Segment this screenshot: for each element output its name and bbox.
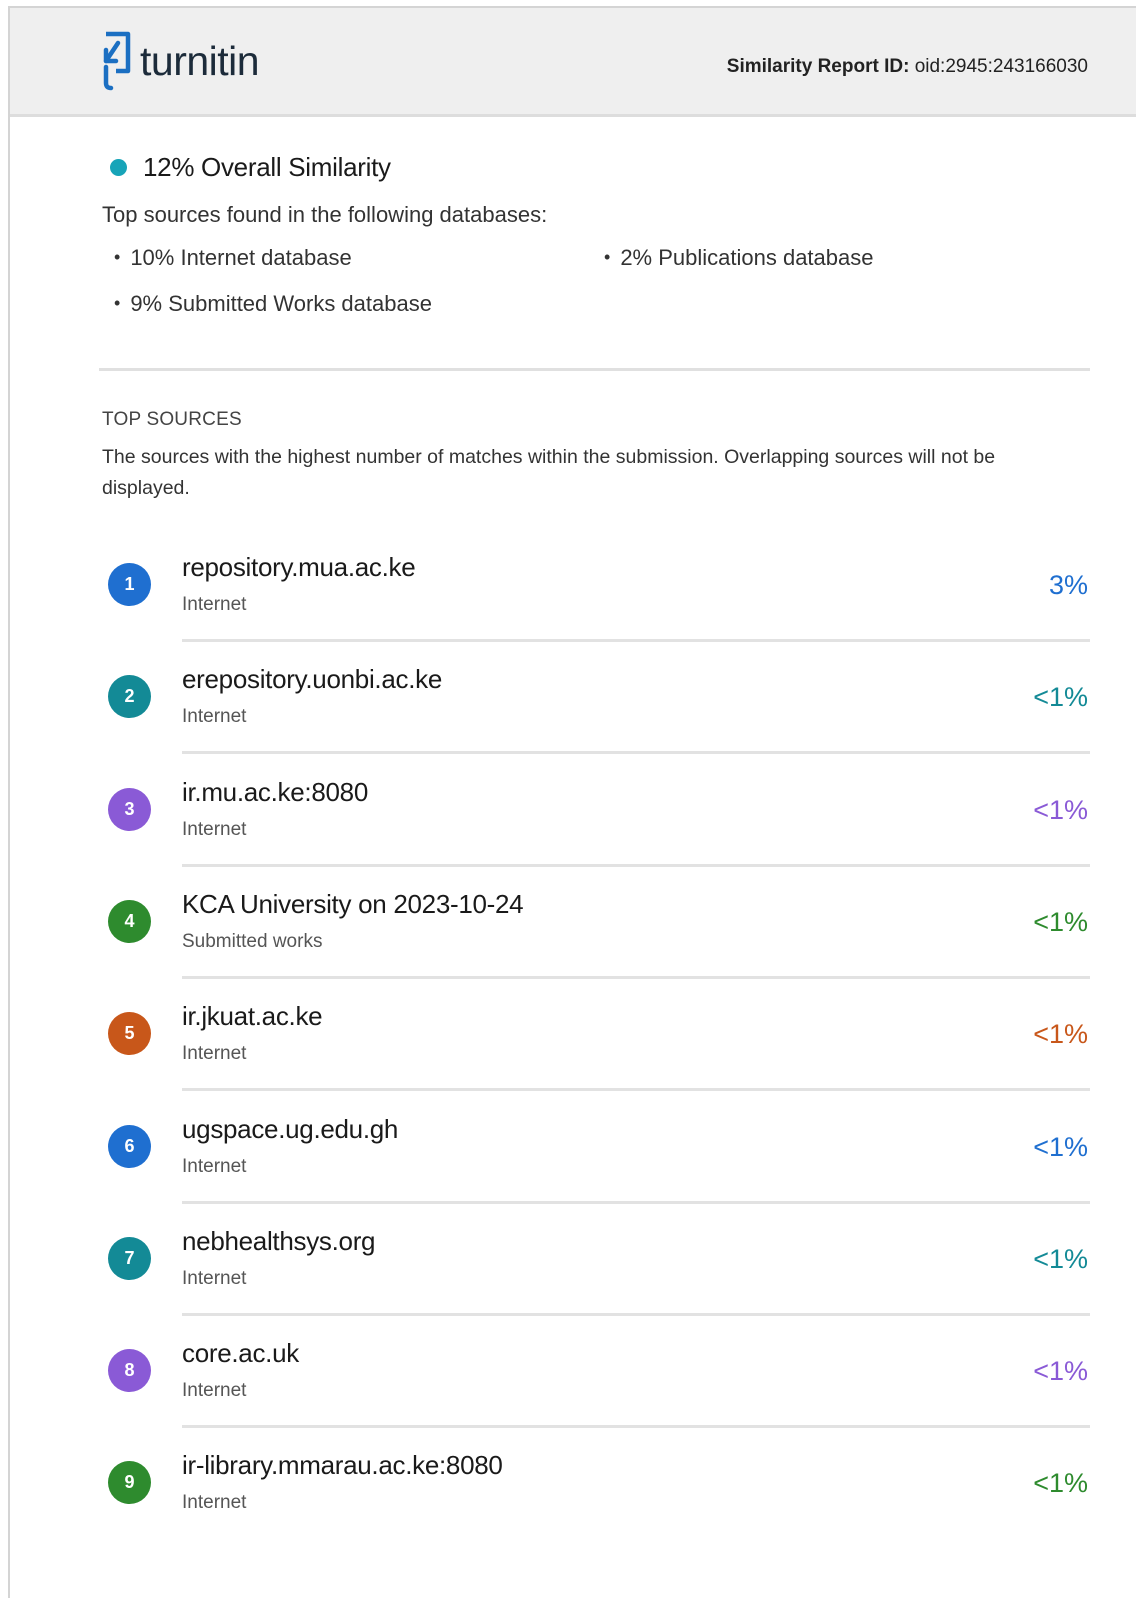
source-name[interactable]: ir-library.mmarau.ac.ke:8080: [182, 1450, 503, 1481]
source-row[interactable]: 7 nebhealthsys.org Internet <1%: [108, 1216, 1092, 1328]
source-type: Internet: [182, 594, 247, 615]
databases-intro: Top sources found in the following datab…: [102, 202, 548, 227]
source-name[interactable]: core.ac.uk: [182, 1338, 299, 1369]
source-percentage: <1%: [1033, 1132, 1088, 1162]
source-row[interactable]: 5 ir.jkuat.ac.ke Internet <1%: [108, 991, 1092, 1103]
similarity-dot-icon: [110, 159, 127, 176]
source-type: Internet: [182, 706, 247, 727]
source-number-badge: 5: [108, 1012, 151, 1055]
source-row[interactable]: 9 ir-library.mmarau.ac.ke:8080 Internet <1%: [108, 1440, 1092, 1552]
report-id-value: oid:2945:243166030: [914, 56, 1088, 77]
turnitin-logo-icon: [103, 31, 131, 91]
source-type: Internet: [182, 1380, 247, 1401]
source-name[interactable]: ir.jkuat.ac.ke: [182, 1001, 323, 1032]
source-number-badge: 7: [108, 1237, 151, 1280]
source-type: Submitted works: [182, 931, 323, 952]
section-divider: [99, 368, 1090, 371]
database-publications: 2% Publications database: [604, 245, 873, 271]
row-divider: [182, 1088, 1090, 1091]
row-divider: [182, 864, 1090, 867]
source-percentage: <1%: [1033, 795, 1088, 825]
source-percentage: <1%: [1033, 907, 1088, 937]
source-percentage: <1%: [1033, 1468, 1088, 1498]
row-divider: [182, 639, 1090, 642]
overall-similarity: 12% Overall Similarity: [110, 152, 391, 183]
top-sources-title: TOP SOURCES: [102, 409, 242, 430]
logo-wordmark: turnitin: [140, 37, 260, 84]
source-number-badge: 9: [108, 1461, 151, 1504]
source-name[interactable]: ir.mu.ac.ke:8080: [182, 777, 368, 808]
source-percentage: 3%: [1048, 570, 1088, 600]
row-divider: [182, 1201, 1090, 1204]
source-row[interactable]: 2 erepository.uonbi.ac.ke Internet <1%: [108, 654, 1092, 766]
report-id-label: Similarity Report ID:: [726, 56, 910, 77]
source-number-badge: 2: [108, 675, 151, 718]
source-number-badge: 4: [108, 900, 151, 943]
source-type: Internet: [182, 819, 247, 840]
source-type: Internet: [182, 1156, 247, 1177]
source-number-badge: 1: [108, 563, 151, 606]
source-name[interactable]: ugspace.ug.edu.gh: [182, 1114, 398, 1145]
turnitin-logo[interactable]: turnitin: [98, 30, 260, 92]
source-percentage: <1%: [1033, 1019, 1088, 1049]
database-internet: 10% Internet database: [114, 245, 351, 271]
source-row[interactable]: 6 ugspace.ug.edu.gh Internet <1%: [108, 1104, 1092, 1216]
source-row[interactable]: 4 KCA University on 2023-10-24 Submitted w…: [108, 879, 1092, 991]
source-percentage: <1%: [1033, 682, 1088, 712]
source-row[interactable]: 3 ir.mu.ac.ke:8080 Internet <1%: [108, 767, 1092, 879]
source-percentage: <1%: [1033, 1356, 1088, 1386]
row-divider: [182, 1313, 1090, 1316]
source-name[interactable]: repository.mua.ac.ke: [182, 552, 416, 583]
source-number-badge: 8: [108, 1349, 151, 1392]
database-submitted-works: 9% Submitted Works database: [114, 291, 432, 317]
top-sources-description: The sources with the highest number of m…: [102, 446, 996, 499]
row-divider: [182, 976, 1090, 979]
source-type: Internet: [182, 1492, 247, 1513]
source-name[interactable]: nebhealthsys.org: [182, 1226, 376, 1257]
source-number-badge: 3: [108, 788, 151, 831]
source-row[interactable]: 8 core.ac.uk Internet <1%: [108, 1328, 1092, 1440]
row-divider: [182, 751, 1090, 754]
source-number-badge: 6: [108, 1125, 151, 1168]
source-percentage: <1%: [1033, 1244, 1088, 1274]
source-row[interactable]: 1 repository.mua.ac.ke Internet 3%: [108, 542, 1092, 654]
source-name[interactable]: KCA University on 2023-10-24: [182, 889, 524, 920]
source-type: Internet: [182, 1043, 247, 1064]
report-header: turnitin Similarity Report ID: oid:2945:…: [10, 8, 1136, 117]
source-type: Internet: [182, 1268, 247, 1289]
row-divider: [182, 1425, 1090, 1428]
similarity-report-id: Similarity Report ID: oid:2945:243166030: [727, 56, 1088, 78]
overall-similarity-text: 12% Overall Similarity: [143, 152, 391, 182]
source-name[interactable]: erepository.uonbi.ac.ke: [182, 664, 442, 695]
